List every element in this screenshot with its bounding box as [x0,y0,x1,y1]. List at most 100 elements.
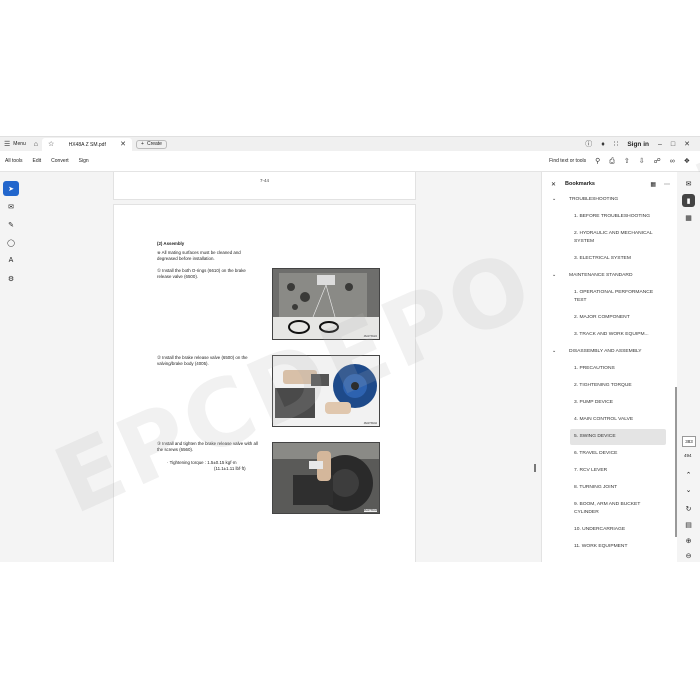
bookmark-item[interactable]: 1. BEFORE TROUBLESHOOTING [574,213,664,221]
thumbnails-panel-button[interactable]: ▦ [682,211,695,224]
ai-assistant-icon[interactable]: ❖ [684,158,690,165]
bookmark-item[interactable]: 2. HYDRAULIC AND MECHANICAL SYSTEM [574,230,664,246]
zoom-in-button[interactable]: ⊕ [682,534,695,547]
page-export-button[interactable]: ▤ [682,518,695,531]
bookmark-item[interactable]: 9. BOOM, ARM AND BUCKET CYLINDER [574,501,664,517]
minimize-icon[interactable]: – [658,141,662,148]
more-options-icon[interactable]: ⋯ [664,181,670,188]
cursor-icon: ➤ [8,185,14,193]
close-window-icon[interactable]: ✕ [684,141,690,148]
bookmarks-header: ✕ Bookmarks ▦ ⋯ [542,178,678,190]
grid-apps-icon[interactable]: ∷ [614,141,618,148]
print-icon[interactable]: ⎙ [609,158,615,165]
bookmark-item[interactable]: 2. TIGHTENING TORQUE [574,382,664,390]
bookmarks-title: Bookmarks [565,181,595,187]
valve-block-image [273,269,379,339]
bookmark-item[interactable]: 7. RCV LEVER [574,467,664,475]
close-panel-icon[interactable]: ✕ [551,181,556,188]
photo-brake-valve-install: 48AZ7SM12 [272,355,380,427]
bookmark-item[interactable]: 2. MAJOR COMPONENT [574,314,664,322]
add-bookmark-icon[interactable]: ▦ [650,181,656,188]
find-text-button[interactable]: Find text or tools [549,158,586,164]
draw-tool-button[interactable]: ✎ [3,217,19,232]
chevron-down-icon[interactable]: ⌄ [552,272,556,278]
zoom-in-icon: ⊕ [685,537,692,545]
stamp-tool-button[interactable]: ⚙ [3,271,19,286]
note-text: ※ All mating surfaces must be cleaned an… [157,250,241,261]
home-icon: ⌂ [33,140,39,148]
menu-label: Menu [13,141,26,147]
bookmark-item[interactable]: 5. SWING DEVICE [574,433,664,441]
bookmark-item[interactable]: 1. PRECAUTIONS [574,365,664,373]
window-controls: ⓘ ♦ ∷ Sign in – □ ✕ [585,137,700,151]
current-page-input[interactable]: 383 [682,436,696,447]
step3-text: ③ Install and tighten the brake release … [157,441,258,452]
lasso-tool-button[interactable]: ◯ [3,235,19,250]
tighten-screws-image [273,443,379,513]
plus-icon: + [141,141,144,147]
create-button[interactable]: + Create [136,139,167,149]
bookmark-item[interactable]: 8. TURNING JOINT [574,484,664,492]
share-icon[interactable]: ☍ [654,158,661,165]
photo1-caption: 48AZ7SM24 [363,335,377,338]
rotate-button[interactable]: ↻ [682,502,695,515]
menu-convert[interactable]: Convert [46,158,74,164]
comment-tool-button[interactable]: ✉ [3,199,19,214]
comments-panel-button[interactable]: ✉ [682,177,695,190]
total-pages: 494 [684,453,692,458]
bookmark-item[interactable]: 6. TRAVEL DEVICE [574,450,664,458]
hamburger-icon: ☰ [4,140,11,148]
bookmark-section[interactable]: MAINTENANCE STANDARD [569,272,633,280]
bookmark-item[interactable]: 11. WORK EQUIPMENT [574,543,664,551]
text-tool-button[interactable]: A [3,253,19,268]
document-page: (2) Assembly ※ All mating surfaces must … [113,204,416,562]
comment-icon: ✉ [685,180,692,188]
home-button[interactable]: ⌂ [30,137,42,151]
chevron-down-icon[interactable]: ⌄ [552,196,556,202]
menu-all-tools[interactable]: All tools [0,158,28,164]
photo-valve-orings: 48AZ7SM24 [272,268,380,340]
link-icon[interactable]: ∞ [670,158,675,165]
menu-bar: All tools Edit Convert Sign Find text or… [0,151,700,172]
bookmark-item[interactable]: 3. ELECTRICAL SYSTEM [574,255,664,263]
bookmarks-panel: ✕ Bookmarks ▦ ⋯ ⌄ TROUBLESHOOTING 1. BEFOR… [541,172,677,562]
chevron-down-icon: ⌄ [685,486,692,494]
menu-button[interactable]: ☰ Menu [0,137,30,151]
maximize-icon[interactable]: □ [671,141,675,148]
document-tab[interactable]: ☆ HX48A Z SM.pdf ✕ [42,138,133,151]
help-icon[interactable]: ⓘ [585,141,592,148]
chevron-up-icon: ⌃ [685,471,692,479]
bookmark-section[interactable]: TROUBLESHOOTING [569,196,618,204]
bookmark-item[interactable]: 4. MAIN CONTROL VALVE [574,416,664,424]
previous-page-button[interactable]: ⌃ [682,468,695,481]
page-export-icon: ▤ [685,521,692,529]
brake-valve-image [273,356,379,426]
previous-page: 7-44 [113,172,416,200]
menu-sign[interactable]: Sign [74,158,94,164]
thumbnails-icon: ▦ [685,214,692,222]
bookmark-icon: ▮ [686,197,691,205]
star-icon[interactable]: ☆ [48,141,54,148]
bookmark-item[interactable]: 1. OPERATIONAL PERFORMANCE TEST [574,289,664,305]
save-icon[interactable]: ⇩ [639,158,645,165]
menu-edit[interactable]: Edit [28,158,47,164]
sign-in-button[interactable]: Sign in [627,141,649,148]
right-rail: ✉ ▮ ▦ 383 494 ⌃ ⌄ ↻ ▤ ⊕ ⊖ [677,172,700,562]
bookmark-item[interactable]: 3. PUMP DEVICE [574,399,664,407]
chevron-down-icon[interactable]: ⌄ [552,348,556,354]
bookmark-item[interactable]: 3. TRACK AND WORK EQUIPM... [574,331,664,339]
next-page-button[interactable]: ⌄ [682,483,695,496]
rotate-icon: ↻ [685,505,692,513]
bookmark-item[interactable]: 10. UNDERCARRIAGE [574,526,664,534]
photo3-caption: 48AZ7SM13 [363,509,377,512]
step1-text: ① Install the both O-rings (6610) on the… [157,268,246,279]
select-tool-button[interactable]: ➤ [3,181,19,196]
bell-icon[interactable]: ♦ [601,141,605,148]
bookmark-section[interactable]: DISASSEMBLY AND ASSEMBLY [569,348,642,356]
upload-icon[interactable]: ⇧ [624,158,630,165]
close-tab-icon[interactable]: ✕ [120,141,126,148]
bookmarks-panel-button[interactable]: ▮ [682,194,695,207]
search-icon[interactable]: ⚲ [595,158,600,165]
zoom-out-button[interactable]: ⊖ [682,549,695,562]
document-scrollbar[interactable] [534,464,536,472]
